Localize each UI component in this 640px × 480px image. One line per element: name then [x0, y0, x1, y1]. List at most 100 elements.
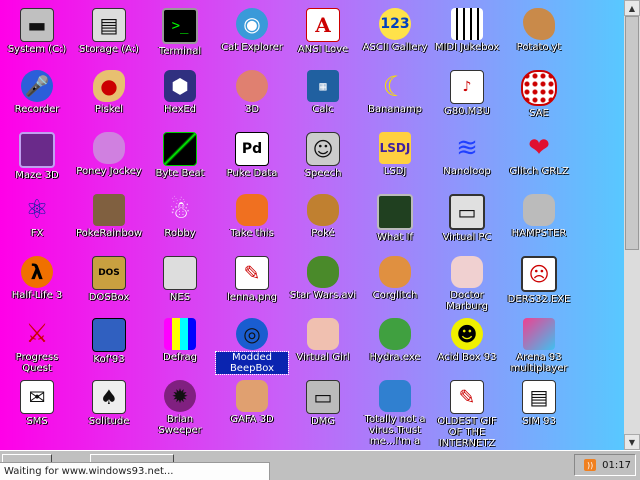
calculator-icon: ▦: [307, 70, 339, 102]
desktop-icon-label: Piskel: [94, 104, 124, 115]
scrollbar-thumb[interactable]: [625, 16, 639, 250]
browser-status-text: Waiting for www.windows93.net...: [0, 462, 270, 480]
desktop-icon-label: ASCII Gallery: [362, 42, 428, 53]
desktop-icon[interactable]: Defrag: [144, 318, 216, 363]
desktop-icon[interactable]: LSDJ LSDJ: [359, 132, 431, 177]
vertical-scrollbar[interactable]: ▲ ▼: [624, 0, 640, 450]
desktop-icon[interactable]: SAE: [503, 70, 575, 119]
desktop-icon[interactable]: ✎ OLDEST GIF OF THE INTERNETZ: [431, 380, 503, 449]
dolphin-icon: [379, 380, 411, 412]
desktop-icon[interactable]: Hydra.exe: [359, 318, 431, 363]
desktop-icon[interactable]: Doctor Marburg: [431, 256, 503, 312]
desktop-icon[interactable]: λ Half-Life 3: [1, 256, 73, 301]
desktop-icon[interactable]: ☻ Acid Box 93: [431, 318, 503, 363]
desktop-icon[interactable]: Take this: [216, 194, 288, 239]
desktop-icon[interactable]: A ANSI Love: [287, 8, 359, 55]
desktop-icon[interactable]: ☃ Robby: [144, 194, 216, 239]
cube-icon: [523, 318, 555, 350]
speech-face-icon: ☺: [306, 132, 340, 166]
scroll-down-button[interactable]: ▼: [624, 434, 640, 450]
desktop-icon[interactable]: Virtual Girl: [287, 318, 359, 363]
desktop-icon[interactable]: ▭ DMG: [287, 380, 359, 427]
desktop-icon[interactable]: 123 ASCII Gallery: [359, 8, 431, 53]
sim-book-icon: ▤: [522, 380, 556, 414]
desktop-icon[interactable]: Star Wars.avi: [287, 256, 359, 301]
terminal-face-icon: ☹: [521, 256, 557, 292]
microphone-icon: 🎤: [21, 70, 53, 102]
desktop-icon[interactable]: HAMPSTER: [503, 194, 575, 239]
desktop-icon[interactable]: ✎ lenna.png: [216, 256, 288, 303]
mine-icon: ✹: [164, 380, 196, 412]
desktop-icon[interactable]: ▬ System (C:): [1, 8, 73, 55]
rss-icon[interactable]: )): [584, 459, 597, 471]
desktop-icon-label: Kof'93: [93, 354, 125, 365]
palette-icon: ●: [93, 70, 125, 102]
desktop-icon[interactable]: NES: [144, 256, 216, 303]
desktop-icon[interactable]: Corglitch: [359, 256, 431, 301]
hex-cube-icon: ⬢: [164, 70, 196, 102]
desktop-icon[interactable]: ♪ G80.M3U: [431, 70, 503, 117]
desktop-icon[interactable]: ♠ Solitude: [73, 380, 145, 427]
desktop-icon[interactable]: Kof'93: [73, 318, 145, 365]
desktop-icon-label: Speech: [304, 168, 342, 179]
desktop-icon[interactable]: Byte Beat: [144, 132, 216, 179]
desktop-icon[interactable]: >_ Terminal: [144, 8, 216, 57]
scroll-up-button[interactable]: ▲: [624, 0, 640, 16]
desktop-icon[interactable]: Arena 93 multiplayer: [503, 318, 575, 374]
desktop-icon[interactable]: Poney Jockey: [73, 132, 145, 177]
desktop-icon[interactable]: ✹ Brian Sweeper: [144, 380, 216, 436]
desktop-icon-label: Nanoloop: [443, 166, 491, 177]
corgi-icon: [379, 256, 411, 288]
desktop-icon[interactable]: MIDI Jukebox: [431, 8, 503, 53]
desktop-icon[interactable]: 🎤 Recorder: [1, 70, 73, 115]
desktop-icon[interactable]: ❤ Glitch GRLZ: [503, 132, 575, 177]
gif-file-icon: ✎: [450, 380, 484, 414]
desktop-icon[interactable]: ☹ DERS32.EXE: [503, 256, 575, 305]
desktop-icon[interactable]: DOS DOSBox: [73, 256, 145, 303]
desktop-icon[interactable]: ⚛ FX: [1, 194, 73, 239]
desktop-icon[interactable]: GAFA 3D: [216, 380, 288, 425]
desktop-icon[interactable]: ☺ Speech: [287, 132, 359, 179]
desktop-icon[interactable]: ◎ Modded BeepBox: [215, 318, 289, 375]
potato-icon: [523, 8, 555, 40]
lsdj-icon: LSDJ: [379, 132, 411, 164]
desktop-icon-label: Storage (A:): [78, 44, 140, 55]
desktop-icon[interactable]: ≋ Nanoloop: [431, 132, 503, 177]
desktop-icon-label: Modded BeepBox: [215, 351, 289, 375]
desktop-icon[interactable]: What If: [359, 194, 431, 243]
desktop-icon[interactable]: ⬢ HexEd: [144, 70, 216, 115]
poke-icon: [307, 194, 339, 226]
desktop-icon-label: DOSBox: [88, 292, 130, 303]
yoda-icon: [307, 256, 339, 288]
desktop-icon-label: Potato.yt: [516, 42, 562, 53]
desktop-icon-label: Puke Data: [226, 168, 278, 179]
desktop-icon[interactable]: ▭ Virtual PC: [431, 194, 503, 243]
globe-icon: ◉: [236, 8, 268, 40]
desktop-icon[interactable]: ▦ Calc: [287, 70, 359, 115]
desktop-icon[interactable]: Poké: [287, 194, 359, 239]
desktop-icon[interactable]: ▤ Storage (A:): [73, 8, 145, 55]
desktop-icon[interactable]: Maze 3D: [1, 132, 73, 181]
lambda-icon: λ: [21, 256, 53, 288]
desktop-icon[interactable]: PokeRainbow: [73, 194, 145, 239]
cards-icon: ♠: [92, 380, 126, 414]
desktop-icon[interactable]: ☾ Bananamp: [359, 70, 431, 116]
image-file-icon: ✎: [235, 256, 269, 290]
system-tray: )) 01:17: [574, 454, 636, 476]
desktop-icon[interactable]: Totally not a virus.Trust me...I'm a: [359, 380, 431, 447]
desktop-icon[interactable]: ⚔ Progress Quest: [1, 318, 73, 374]
desktop-icon[interactable]: ✉ SMS: [1, 380, 73, 427]
hamster-icon: [523, 194, 555, 226]
desktop-icon[interactable]: 3D: [216, 70, 288, 115]
desktop-icon-label: System (C:): [7, 44, 67, 55]
desktop-icon-label: HAMPSTER: [511, 228, 567, 239]
byte-beat-icon: [163, 132, 197, 166]
desktop-icon[interactable]: Potato.yt: [503, 8, 575, 53]
desktop-icon[interactable]: Pd Puke Data: [216, 132, 288, 179]
terminal-icon: >_: [162, 8, 198, 44]
desktop-icon-label: G80.M3U: [444, 106, 490, 117]
desktop-icon[interactable]: ● Piskel: [73, 70, 145, 115]
desktop-icon[interactable]: ◉ Cat Explorer: [216, 8, 288, 53]
hydra-icon: [379, 318, 411, 350]
desktop-icon[interactable]: ▤ SIM 93: [503, 380, 575, 427]
